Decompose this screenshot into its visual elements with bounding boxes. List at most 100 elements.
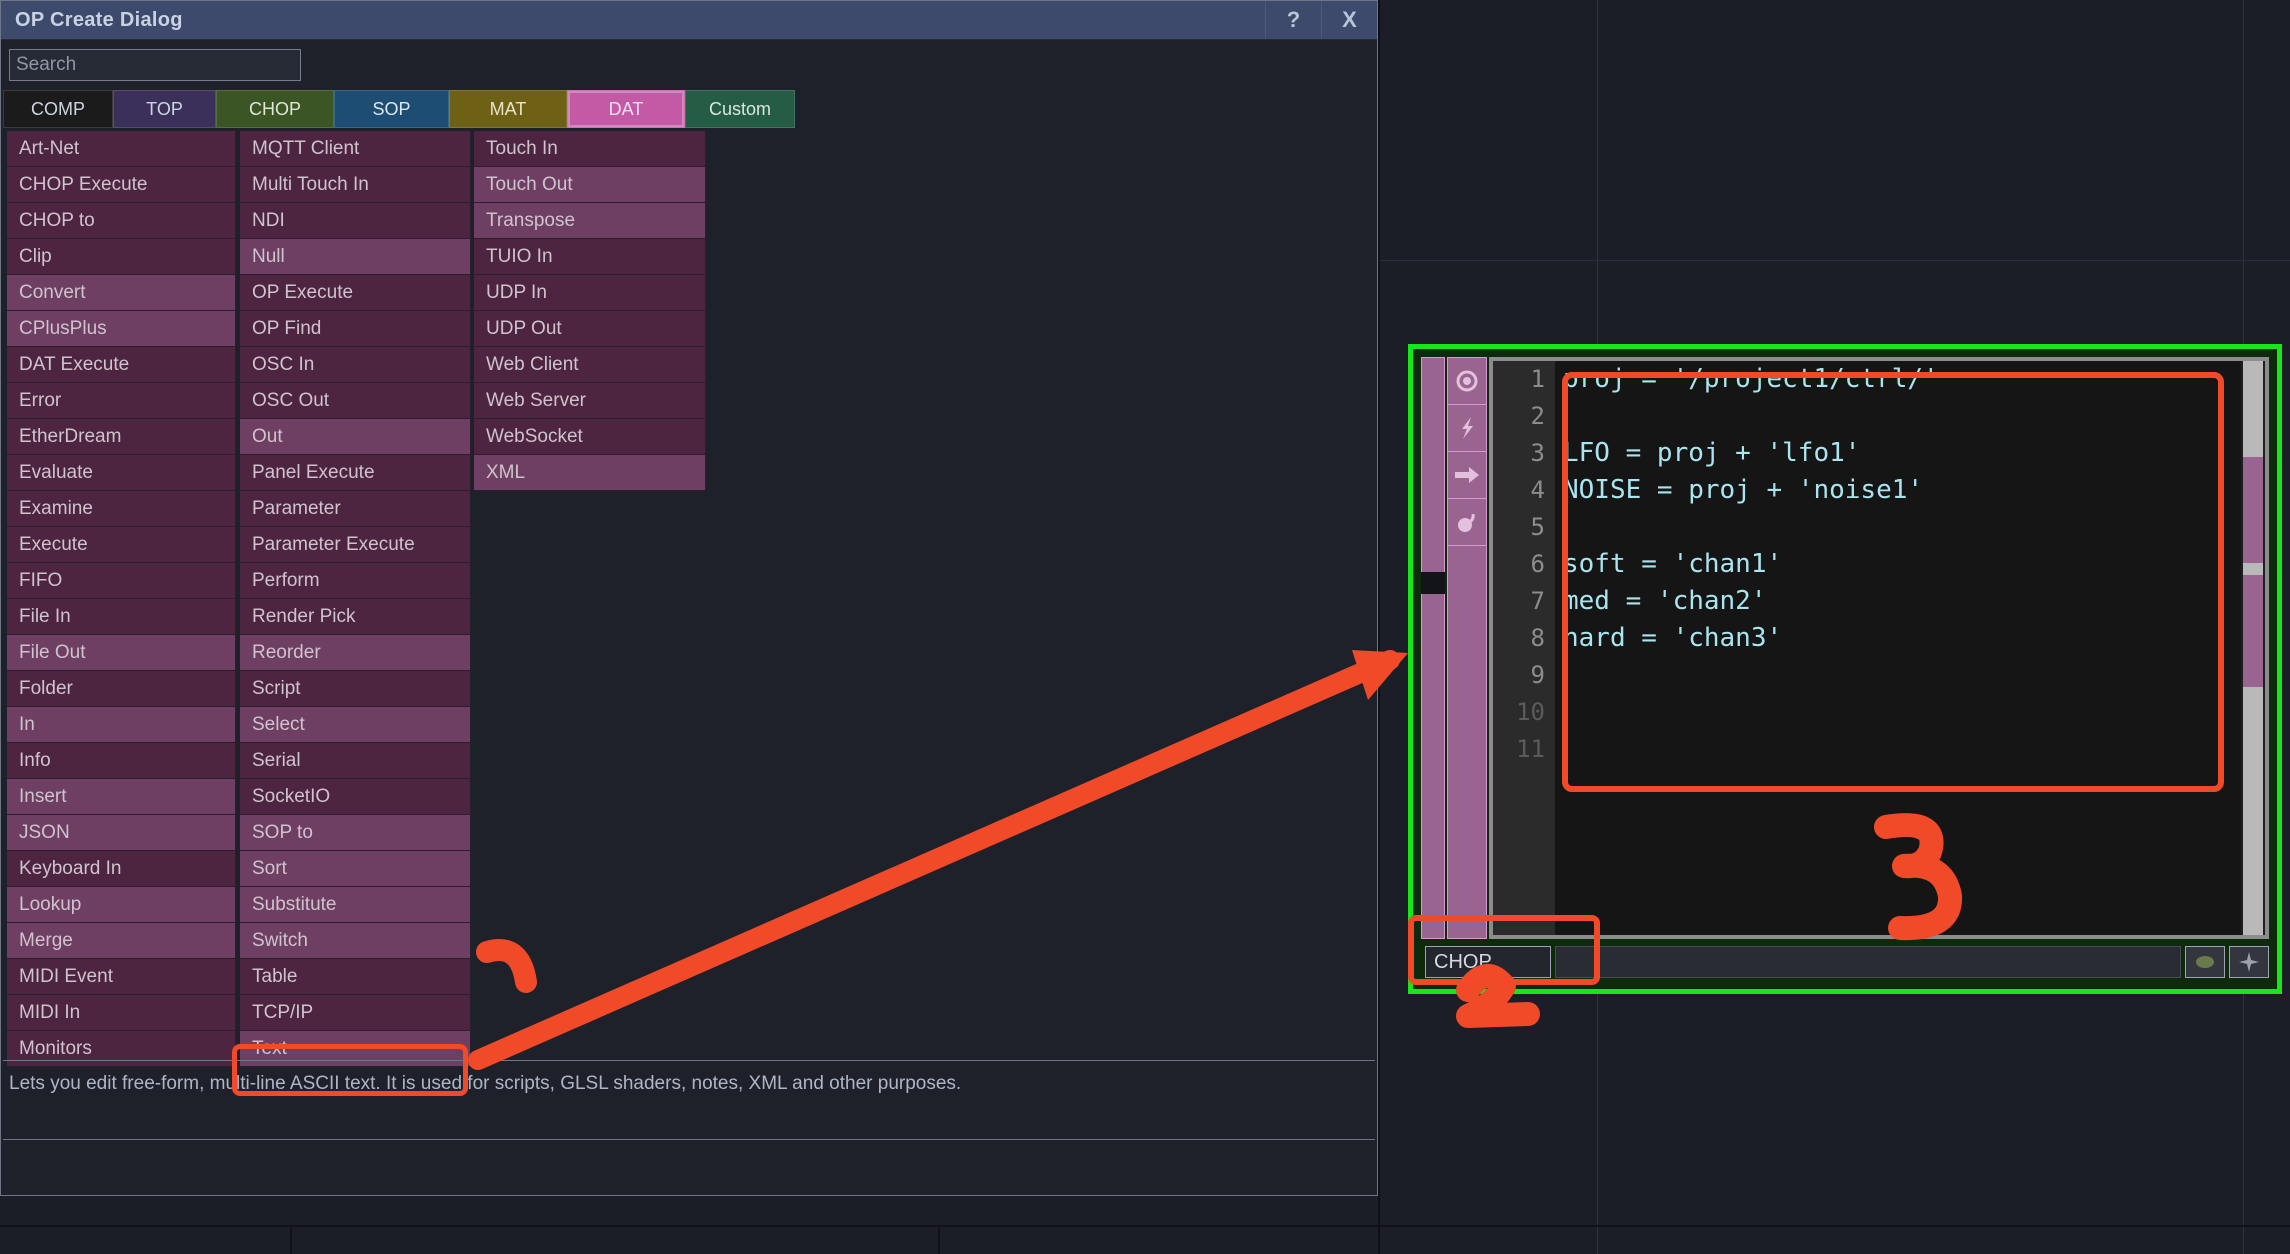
operator-list[interactable]: Art-NetCHOP ExecuteCHOP toClipConvertCPl…	[3, 131, 1375, 1075]
render-dot-icon[interactable]	[2185, 946, 2225, 978]
operator-item[interactable]: Examine	[7, 491, 236, 527]
code-line[interactable]: soft = 'chan1'	[1555, 546, 2241, 583]
operator-item[interactable]: Art-Net	[7, 131, 236, 167]
clone-balloon-icon[interactable]	[1448, 499, 1486, 546]
operator-item[interactable]: Reorder	[240, 635, 471, 671]
scrollbar-thumb[interactable]	[2243, 457, 2263, 563]
code-line[interactable]: proj = '/project1/ctrl/'	[1555, 361, 2241, 398]
code-line[interactable]	[1555, 731, 2241, 768]
operator-item[interactable]: DAT Execute	[7, 347, 236, 383]
tab-top[interactable]: TOP	[113, 90, 216, 128]
viewer-active-icon[interactable]	[1448, 358, 1486, 405]
operator-item[interactable]: TUIO In	[474, 239, 706, 275]
operator-item[interactable]: MIDI In	[7, 995, 236, 1031]
code-line[interactable]	[1555, 398, 2241, 435]
tab-sop[interactable]: SOP	[334, 90, 449, 128]
code-line[interactable]: NOISE = proj + 'noise1'	[1555, 472, 2241, 509]
tab-comp[interactable]: COMP	[3, 90, 113, 128]
operator-item[interactable]: Insert	[7, 779, 236, 815]
operator-item[interactable]: SOP to	[240, 815, 471, 851]
node-input-connector[interactable]	[1421, 572, 1445, 594]
operator-item[interactable]: Switch	[240, 923, 471, 959]
operator-item[interactable]: UDP Out	[474, 311, 706, 347]
operator-item[interactable]: File Out	[7, 635, 236, 671]
operator-item[interactable]: Multi Touch In	[240, 167, 471, 203]
sparkle-icon[interactable]	[2229, 946, 2269, 978]
operator-item-selected[interactable]: Text	[240, 1031, 471, 1067]
operator-item[interactable]: Panel Execute	[240, 455, 471, 491]
operator-item[interactable]: OP Execute	[240, 275, 471, 311]
operator-item[interactable]: Null	[240, 239, 471, 275]
operator-item[interactable]: Script	[240, 671, 471, 707]
operator-item[interactable]: Touch Out	[474, 167, 706, 203]
node-name-field[interactable]: CHOP	[1425, 946, 1551, 978]
operator-item[interactable]: Execute	[7, 527, 236, 563]
operator-item[interactable]: Sort	[240, 851, 471, 887]
lightning-bolt-icon[interactable]	[1448, 405, 1486, 452]
operator-item[interactable]: Out	[240, 419, 471, 455]
operator-item[interactable]: SocketIO	[240, 779, 471, 815]
code-line[interactable]	[1555, 694, 2241, 731]
operator-item[interactable]: CHOP Execute	[7, 167, 236, 203]
node-left-bar[interactable]	[1421, 357, 1445, 939]
tab-custom[interactable]: Custom	[685, 90, 795, 128]
line-number: 5	[1493, 509, 1555, 546]
operator-item[interactable]: File In	[7, 599, 236, 635]
operator-item[interactable]: CHOP to	[7, 203, 236, 239]
operator-item[interactable]: MQTT Client	[240, 131, 471, 167]
code-line[interactable]: med = 'chan2'	[1555, 583, 2241, 620]
operator-item[interactable]: OP Find	[240, 311, 471, 347]
operator-item[interactable]: EtherDream	[7, 419, 236, 455]
operator-item[interactable]: FIFO	[7, 563, 236, 599]
tab-dat[interactable]: DAT	[567, 90, 685, 128]
code-text-area[interactable]: proj = '/project1/ctrl/' LFO = proj + 'lf…	[1555, 361, 2241, 935]
operator-item[interactable]: JSON	[7, 815, 236, 851]
operator-item[interactable]: Convert	[7, 275, 236, 311]
code-line[interactable]	[1555, 509, 2241, 546]
operator-item[interactable]: Transpose	[474, 203, 706, 239]
text-dat-node[interactable]: 1234567891011 proj = '/project1/ctrl/'LF…	[1408, 344, 2282, 994]
operator-item[interactable]: Parameter Execute	[240, 527, 471, 563]
operator-item[interactable]: Keyboard In	[7, 851, 236, 887]
editor-vertical-scrollbar[interactable]	[2243, 361, 2263, 935]
operator-item[interactable]: Select	[240, 707, 471, 743]
operator-item[interactable]: Folder	[7, 671, 236, 707]
operator-item[interactable]: TCP/IP	[240, 995, 471, 1031]
operator-item[interactable]: Touch In	[474, 131, 706, 167]
operator-item[interactable]: UDP In	[474, 275, 706, 311]
help-button[interactable]: ?	[1265, 1, 1321, 39]
operator-item[interactable]: Parameter	[240, 491, 471, 527]
operator-item[interactable]: Error	[7, 383, 236, 419]
search-input[interactable]	[9, 49, 301, 81]
operator-item[interactable]: XML	[474, 455, 706, 491]
code-line[interactable]	[1555, 657, 2241, 694]
close-button[interactable]: X	[1321, 1, 1377, 39]
operator-item[interactable]: MIDI Event	[7, 959, 236, 995]
tab-chop[interactable]: CHOP	[216, 90, 334, 128]
operator-item[interactable]: Render Pick	[240, 599, 471, 635]
operator-item[interactable]: CPlusPlus	[7, 311, 236, 347]
tab-mat[interactable]: MAT	[449, 90, 567, 128]
code-line[interactable]: hard = 'chan3'	[1555, 620, 2241, 657]
operator-item[interactable]: NDI	[240, 203, 471, 239]
operator-item[interactable]: WebSocket	[474, 419, 706, 455]
operator-item[interactable]: OSC In	[240, 347, 471, 383]
operator-item[interactable]: OSC Out	[240, 383, 471, 419]
code-editor[interactable]: 1234567891011 proj = '/project1/ctrl/'LF…	[1493, 361, 2265, 935]
operator-item[interactable]: Substitute	[240, 887, 471, 923]
operator-item[interactable]: Monitors	[7, 1031, 236, 1067]
operator-item[interactable]: Web Server	[474, 383, 706, 419]
arrow-right-icon[interactable]	[1448, 452, 1486, 499]
operator-item[interactable]: In	[7, 707, 236, 743]
operator-item[interactable]: Perform	[240, 563, 471, 599]
code-line[interactable]: LFO = proj + 'lfo1'	[1555, 435, 2241, 472]
operator-item[interactable]: Clip	[7, 239, 236, 275]
operator-item[interactable]: Table	[240, 959, 471, 995]
operator-item[interactable]: Lookup	[7, 887, 236, 923]
operator-item[interactable]: Info	[7, 743, 236, 779]
operator-item[interactable]: Merge	[7, 923, 236, 959]
operator-item[interactable]: Serial	[240, 743, 471, 779]
operator-item[interactable]: Evaluate	[7, 455, 236, 491]
operator-item[interactable]: Web Client	[474, 347, 706, 383]
scrollbar-thumb[interactable]	[2243, 575, 2263, 687]
